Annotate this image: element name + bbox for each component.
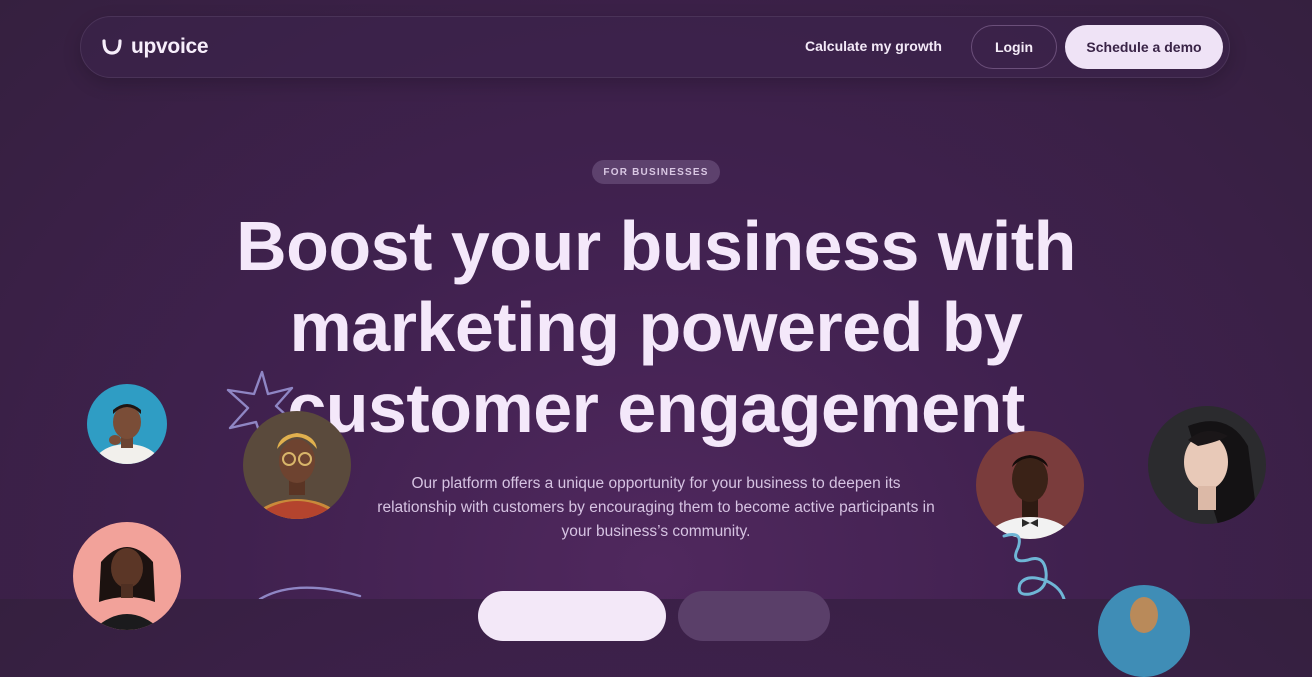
avatar-man-with-glasses bbox=[243, 411, 351, 519]
login-button[interactable]: Login bbox=[971, 25, 1057, 69]
avatar-man-blue-bg bbox=[87, 384, 167, 464]
brand-logo[interactable]: upvoice bbox=[101, 34, 209, 60]
calculate-growth-link[interactable]: Calculate my growth bbox=[805, 38, 942, 54]
top-nav: upvoice Calculate my growth Login Schedu… bbox=[80, 16, 1230, 78]
avatar-woman-pink-bg bbox=[73, 522, 181, 630]
logo-smile-icon bbox=[102, 39, 122, 55]
brand-name: upvoice bbox=[131, 35, 209, 58]
curve-doodle bbox=[258, 586, 362, 599]
avatar-man-bowtie bbox=[976, 431, 1084, 539]
squiggle-doodle bbox=[1002, 533, 1066, 599]
schedule-demo-button[interactable]: Schedule a demo bbox=[1065, 25, 1223, 69]
avatar-woman-dark-hair bbox=[1148, 406, 1266, 524]
hero-subtitle: Our platform offers a unique opportunity… bbox=[377, 475, 935, 540]
hero-headline: Boost your business with marketing power… bbox=[236, 207, 1076, 447]
for-businesses-badge: FOR BUSINESSES bbox=[592, 160, 720, 184]
